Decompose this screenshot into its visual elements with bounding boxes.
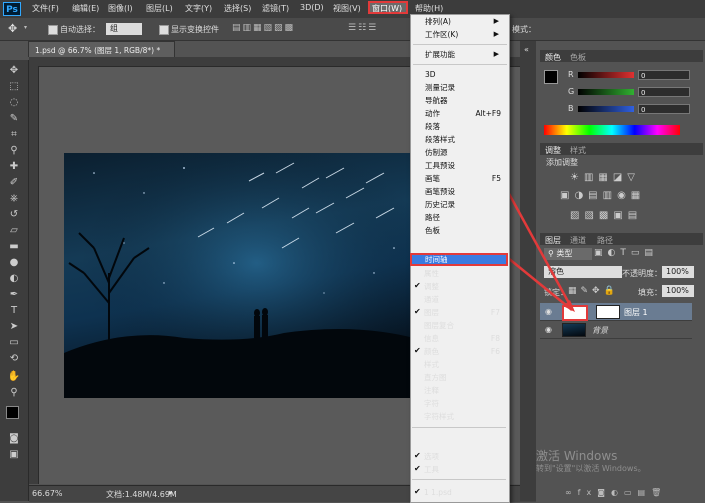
menu-item-actions[interactable]: 动作 Alt+F9 (425, 107, 505, 120)
menu-item-notes[interactable]: 注释 (424, 384, 504, 397)
menu-item-label: 历史记录 (425, 200, 455, 209)
menu-item-label: 选项 (424, 452, 439, 461)
menu-item-character[interactable]: 字符 (424, 397, 504, 410)
menu-item-label: 导航器 (425, 96, 448, 105)
menu-item-arrange[interactable]: 排列(A) ▶ (425, 15, 505, 28)
menu-item-label: 工具预设 (425, 161, 455, 170)
menu-item-tools[interactable]: 工具 (424, 463, 504, 476)
menu-separator (412, 479, 506, 480)
checkmark-icon: ✔ (414, 464, 421, 473)
menu-item-label: 1 1.psd (424, 488, 452, 497)
menu-item-histogram[interactable]: 直方图 (424, 371, 504, 384)
menu-item-label: 图层 (424, 308, 439, 317)
menu-item-label: 样式 (424, 360, 439, 369)
menu-item-label: 色板 (425, 226, 440, 235)
menu-item-layer-comps[interactable]: 图层复合 (424, 319, 504, 332)
menu-item-label: 扩展功能 (425, 50, 455, 59)
menu-item-label: 字符样式 (424, 412, 454, 421)
checkmark-icon: ✔ (414, 346, 421, 355)
menu-item-options[interactable]: 选项 (424, 450, 504, 463)
menu-item-brush[interactable]: 画笔 F5 (425, 172, 505, 185)
checkmark-icon: ✔ (414, 451, 421, 460)
menu-item-label: 段落 (425, 122, 440, 131)
menu-item-properties[interactable]: 属性 (424, 267, 504, 280)
menu-item-character-styles[interactable]: 字符样式 (424, 410, 504, 423)
menu-item-label: 图层复合 (424, 321, 454, 330)
menu-item-label: 颜色 (424, 347, 439, 356)
menu-item-label: 信息 (424, 334, 439, 343)
menu-item-open-document[interactable]: 1 1.psd (424, 486, 504, 499)
window-menu-lower: 属性 ✔ 调整 通道 ✔ 图层 F7 图层复合 信息 F8 ✔ 颜色 F6 样式 直方… (410, 267, 508, 501)
menu-item-label: 路径 (425, 213, 440, 222)
menu-item-label: 工作区(K) (425, 30, 459, 39)
menu-item-channels[interactable]: 通道 (424, 293, 504, 306)
menu-item-paragraph-styles[interactable]: 段落样式 (425, 133, 505, 146)
menu-item-label: 注释 (424, 386, 439, 395)
menu-item-navigator[interactable]: 导航器 (425, 94, 505, 107)
menu-separator (413, 64, 507, 65)
menu-item-label: 直方图 (424, 373, 447, 382)
menu-item-shortcut: F6 (490, 347, 500, 356)
menu-item-label: 排列(A) (425, 17, 451, 26)
menu-item-brush-presets[interactable]: 画笔预设 (425, 185, 505, 198)
menu-item-label: 仿制源 (425, 148, 448, 157)
menu-item-shortcut: F7 (490, 308, 500, 317)
checkmark-icon: ✔ (414, 307, 421, 316)
menu-item-paragraph[interactable]: 段落 (425, 120, 505, 133)
annotation-arrows (412, 22, 575, 312)
menu-item-label: 工具 (424, 465, 439, 474)
menu-item-layers[interactable]: 图层 F7 (424, 306, 504, 319)
menu-separator (412, 427, 506, 428)
menu-item-label: 动作 (425, 109, 440, 118)
menu-item-color[interactable]: 颜色 F6 (424, 345, 504, 358)
menu-item-shortcut: Alt+F9 (475, 109, 501, 118)
menu-item-tool-presets[interactable]: 工具预设 (425, 159, 505, 172)
menu-item-label: 画笔 (425, 174, 440, 183)
menu-item-label: 调整 (424, 282, 439, 291)
menu-item-label: 通道 (424, 295, 439, 304)
menu-item-label: 3D (425, 70, 436, 79)
menu-item-label: 属性 (424, 269, 439, 278)
menu-item-shortcut: F8 (490, 334, 500, 343)
submenu-arrow-icon: ▶ (493, 50, 499, 58)
checkmark-icon: ✔ (414, 487, 421, 496)
menu-item-label: 字符 (424, 399, 439, 408)
menu-item-label: 时间轴 (425, 255, 448, 264)
menu-item-clone-source[interactable]: 仿制源 (425, 146, 505, 159)
menu-item-extensions[interactable]: 扩展功能 ▶ (425, 48, 505, 61)
menu-item-label: 测量记录 (425, 83, 455, 92)
menu-separator (413, 44, 507, 45)
menu-item-shortcut: F5 (491, 174, 501, 183)
menu-item-workspace[interactable]: 工作区(K) ▶ (425, 28, 505, 41)
menu-item-timeline[interactable]: 时间轴 (410, 253, 508, 266)
menu-item-styles[interactable]: 样式 (424, 358, 504, 371)
menu-item-measurement-log[interactable]: 测量记录 (425, 81, 505, 94)
checkmark-icon: ✔ (414, 281, 421, 290)
menu-item-3d[interactable]: 3D (425, 68, 505, 81)
menu-item-swatches[interactable]: 色板 (425, 224, 505, 237)
menu-item-label: 画笔预设 (425, 187, 455, 196)
submenu-arrow-icon: ▶ (493, 17, 499, 25)
menu-item-paths[interactable]: 路径 (425, 211, 505, 224)
menu-item-adjustments[interactable]: 调整 (424, 280, 504, 293)
menu-item-info[interactable]: 信息 F8 (424, 332, 504, 345)
submenu-arrow-icon: ▶ (493, 30, 499, 38)
menu-item-history[interactable]: 历史记录 (425, 198, 505, 211)
menu-item-label: 段落样式 (425, 135, 455, 144)
